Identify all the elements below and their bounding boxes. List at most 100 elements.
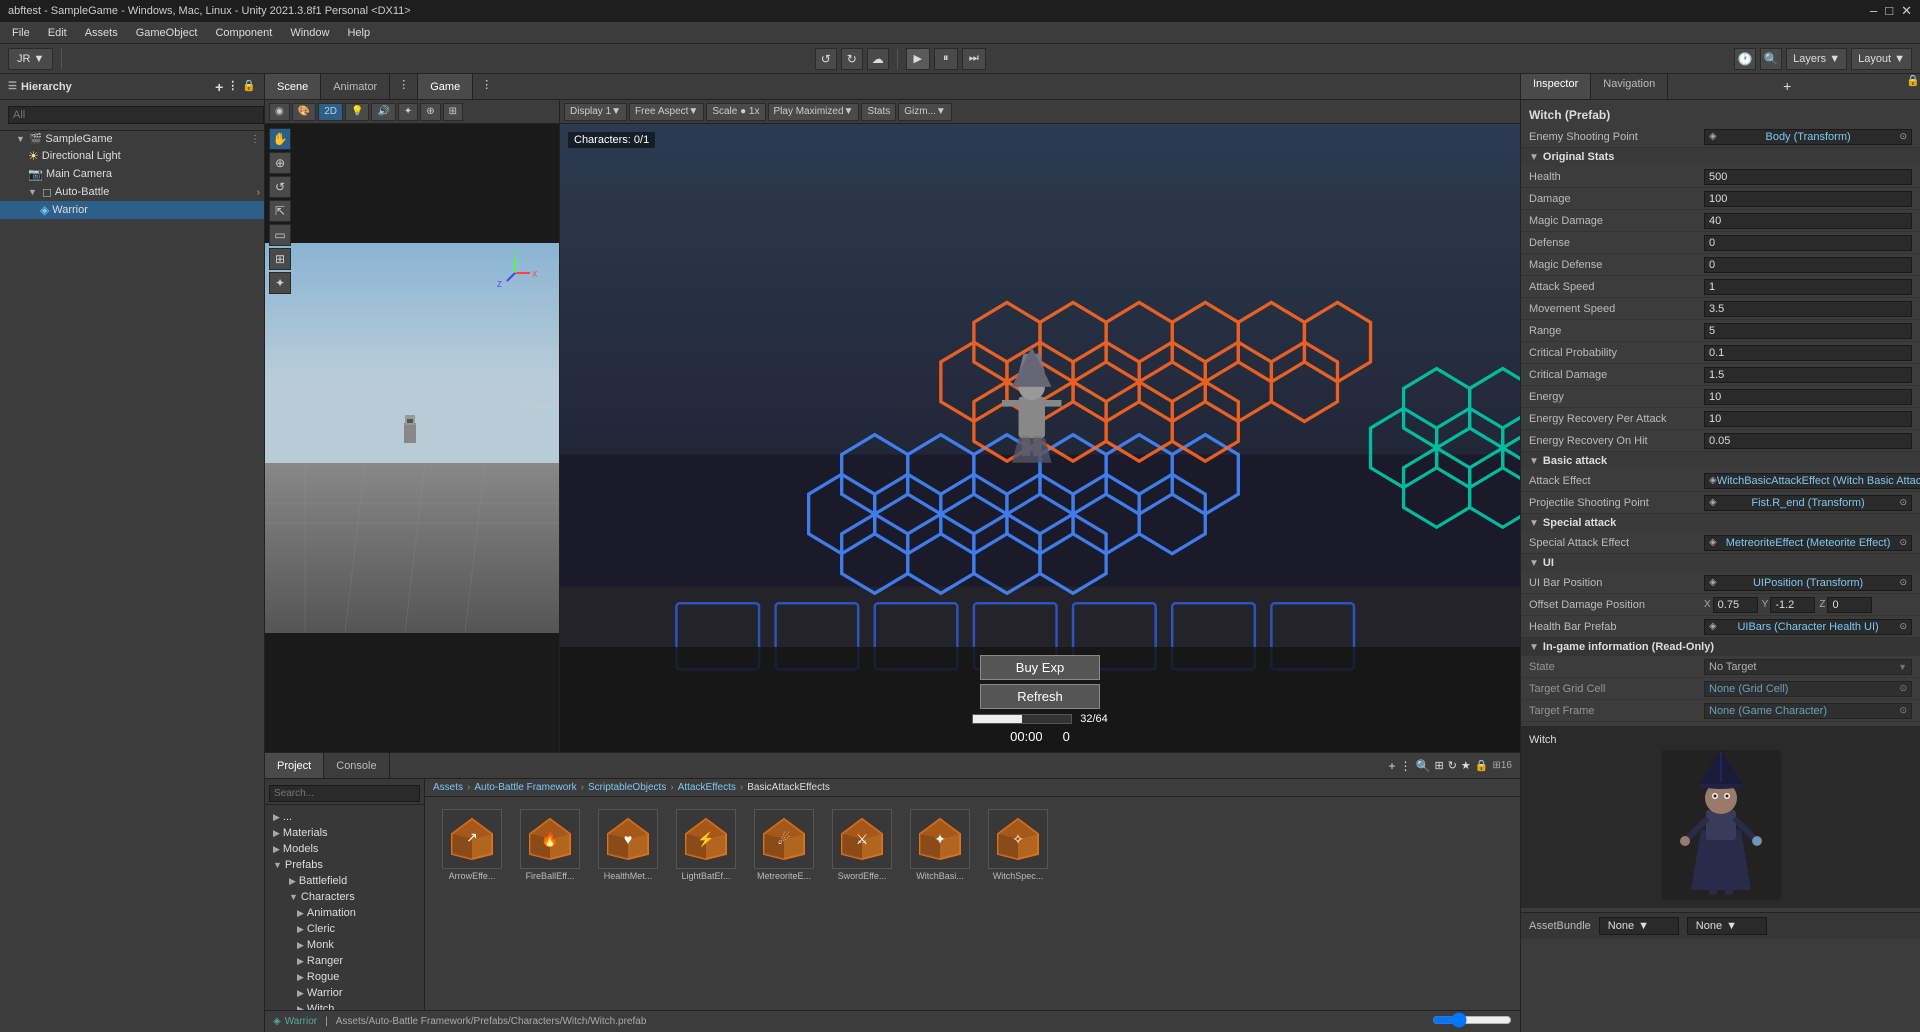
asset-item-healthmet[interactable]: ♥ HealthMet... (593, 809, 663, 998)
critdmg-value[interactable] (1704, 367, 1912, 383)
hierarchy-more-icon[interactable]: ⋮ (227, 79, 238, 95)
tab-project[interactable]: Project (265, 753, 324, 778)
section-collapse-arrow[interactable]: ▼ (1529, 456, 1539, 467)
scale-tool[interactable]: ⇱ (269, 200, 291, 222)
scene-display-btn[interactable]: ◉ (269, 103, 290, 121)
minimize-btn[interactable]: – (1870, 3, 1877, 19)
layers-dropdown[interactable]: Layers ▼ (1786, 48, 1847, 70)
game-aspect-btn[interactable]: Free Aspect▼ (629, 103, 704, 121)
offset-x-input[interactable] (1713, 597, 1758, 613)
obj-ref-target-icon[interactable]: ⊙ (1899, 705, 1907, 716)
layout-dropdown[interactable]: Layout ▼ (1851, 48, 1912, 70)
zoom-slider[interactable] (1432, 1012, 1512, 1028)
expand-icon[interactable]: › (257, 187, 260, 198)
asset-search-input[interactable] (269, 785, 420, 802)
tab-game[interactable]: Game (418, 74, 473, 99)
scene-light-btn[interactable]: 💡 (345, 103, 369, 121)
game-stats-btn[interactable]: Stats (861, 103, 896, 121)
scene-2d-btn[interactable]: 2D (318, 103, 343, 121)
scene-render-btn[interactable]: 🎨 (292, 103, 316, 121)
game-display-btn[interactable]: Display 1▼ (564, 103, 627, 121)
project-lock-btn[interactable]: 🔒 (1475, 759, 1489, 772)
asset-tree-characters[interactable]: ▼ Characters (265, 889, 424, 905)
section-collapse-arrow[interactable]: ▼ (1529, 558, 1539, 569)
hierarchy-collapse[interactable]: ☰ (8, 81, 17, 92)
attackspeed-value[interactable] (1704, 279, 1912, 295)
tab-inspector[interactable]: Inspector (1521, 74, 1591, 99)
asset-tree-warrior[interactable]: ▶ Warrior (265, 985, 424, 1001)
asset-bundle-dropdown2[interactable]: None ▼ (1687, 917, 1767, 935)
asset-tree-cleric[interactable]: ▶ Cleric (265, 921, 424, 937)
account-btn[interactable]: JR ▼ (8, 48, 53, 70)
asset-tree-ranger[interactable]: ▶ Ranger (265, 953, 424, 969)
project-add-btn[interactable]: + (1389, 759, 1396, 773)
inspector-uibarposition-value[interactable]: ◈ UIPosition (Transform) ⊙ (1704, 575, 1912, 591)
inspector-targetgrid-value[interactable]: None (Grid Cell) ⊙ (1704, 681, 1912, 697)
maximize-btn[interactable]: □ (1885, 3, 1893, 19)
transform-tool[interactable]: ⊞ (269, 248, 291, 270)
game-more-btn[interactable]: ⋮ (473, 74, 500, 99)
game-gizmos-btn[interactable]: Gizm...▼ (898, 103, 952, 121)
inspector-enemy-shooting-value[interactable]: ◈ Body (Transform) ⊙ (1704, 129, 1912, 145)
hierarchy-item-warrior[interactable]: ◈ Warrior (0, 201, 264, 219)
menu-window[interactable]: Window (282, 25, 337, 41)
asset-item-witchspecial[interactable]: ✧ WitchSpec... (983, 809, 1053, 998)
rect-tool[interactable]: ▭ (269, 224, 291, 246)
collab-btn[interactable]: ☁ (867, 48, 889, 70)
critprob-value[interactable] (1704, 345, 1912, 361)
energy-value[interactable] (1704, 389, 1912, 405)
asset-bundle-dropdown1[interactable]: None ▼ (1599, 917, 1679, 935)
offset-z-input[interactable] (1827, 597, 1872, 613)
menu-assets[interactable]: Assets (77, 25, 126, 41)
close-btn[interactable]: ✕ (1901, 3, 1912, 19)
project-more-btn[interactable]: ⋮ (1400, 759, 1412, 773)
damage-value[interactable] (1704, 191, 1912, 207)
asset-item-meteoriteeffect[interactable]: ☄ MetreoriteE... (749, 809, 819, 998)
play-btn[interactable]: ▶ (906, 48, 930, 70)
menu-component[interactable]: Component (207, 25, 280, 41)
state-dropdown[interactable]: No Target ▼ (1704, 659, 1912, 675)
inspector-healthbar-value[interactable]: ◈ UIBars (Character Health UI) ⊙ (1704, 619, 1912, 635)
hierarchy-options-icon[interactable]: ⋮ (250, 134, 260, 145)
hierarchy-search[interactable] (8, 106, 264, 124)
range-value[interactable] (1704, 323, 1912, 339)
health-value[interactable] (1704, 169, 1912, 185)
asset-tree-prefabs[interactable]: ▼ Prefabs (265, 857, 424, 873)
scene-more-btn[interactable]: ⋮ (390, 74, 417, 99)
inspector-lock-icon[interactable]: 🔒 (1906, 74, 1920, 99)
hierarchy-lock-icon[interactable]: 🔒 (242, 79, 256, 95)
hierarchy-item-autobattle[interactable]: ▼ ◻ Auto-Battle › (0, 183, 264, 201)
inspector-projectile-value[interactable]: ◈ Fist.R_end (Transform) ⊙ (1704, 495, 1912, 511)
movespeed-value[interactable] (1704, 301, 1912, 317)
scene-audio-btn[interactable]: 🔊 (371, 103, 395, 121)
defense-value[interactable] (1704, 235, 1912, 251)
tab-navigation[interactable]: Navigation (1591, 74, 1668, 99)
window-controls[interactable]: – □ ✕ (1870, 3, 1912, 19)
obj-ref-target-icon[interactable]: ⊙ (1899, 497, 1907, 508)
scene-fx-btn[interactable]: ✦ (398, 103, 418, 121)
asset-item-arroweffect[interactable]: ↗ ArrowEffe... (437, 809, 507, 998)
hierarchy-add-icon[interactable]: + (215, 79, 223, 95)
magicdefense-value[interactable] (1704, 257, 1912, 273)
redo-btn[interactable]: ↻ (841, 48, 863, 70)
menu-help[interactable]: Help (339, 25, 378, 41)
game-scale-btn[interactable]: Scale ● 1x (706, 103, 765, 121)
inspector-specialeffect-value[interactable]: ◈ MetreoriteEffect (Meteorite Effect) ⊙ (1704, 535, 1912, 551)
rotate-tool[interactable]: ↺ (269, 176, 291, 198)
section-collapse-arrow[interactable]: ▼ (1529, 642, 1539, 653)
asset-tree-battlefield[interactable]: ▶ Battlefield (265, 873, 424, 889)
project-favorite-btn[interactable]: ★ (1461, 759, 1471, 772)
history-btn[interactable]: 🕐 (1734, 48, 1756, 70)
section-collapse-arrow[interactable]: ▼ (1529, 152, 1539, 163)
asset-tree-materials[interactable]: ▶ Materials (265, 825, 424, 841)
asset-item-fireballeffect[interactable]: 🔥 FireBallEff... (515, 809, 585, 998)
tab-scene[interactable]: Scene (265, 74, 321, 99)
energyrechit-value[interactable] (1704, 433, 1912, 449)
asset-tree-animation[interactable]: ▶ Animation (265, 905, 424, 921)
project-sync-btn[interactable]: ↻ (1448, 759, 1457, 772)
undo-btn[interactable]: ↺ (815, 48, 837, 70)
custom-tool[interactable]: ✦ (269, 272, 291, 294)
inspector-targetframe-value[interactable]: None (Game Character) ⊙ (1704, 703, 1912, 719)
menu-file[interactable]: File (4, 25, 38, 41)
asset-tree-rogue[interactable]: ▶ Rogue (265, 969, 424, 985)
